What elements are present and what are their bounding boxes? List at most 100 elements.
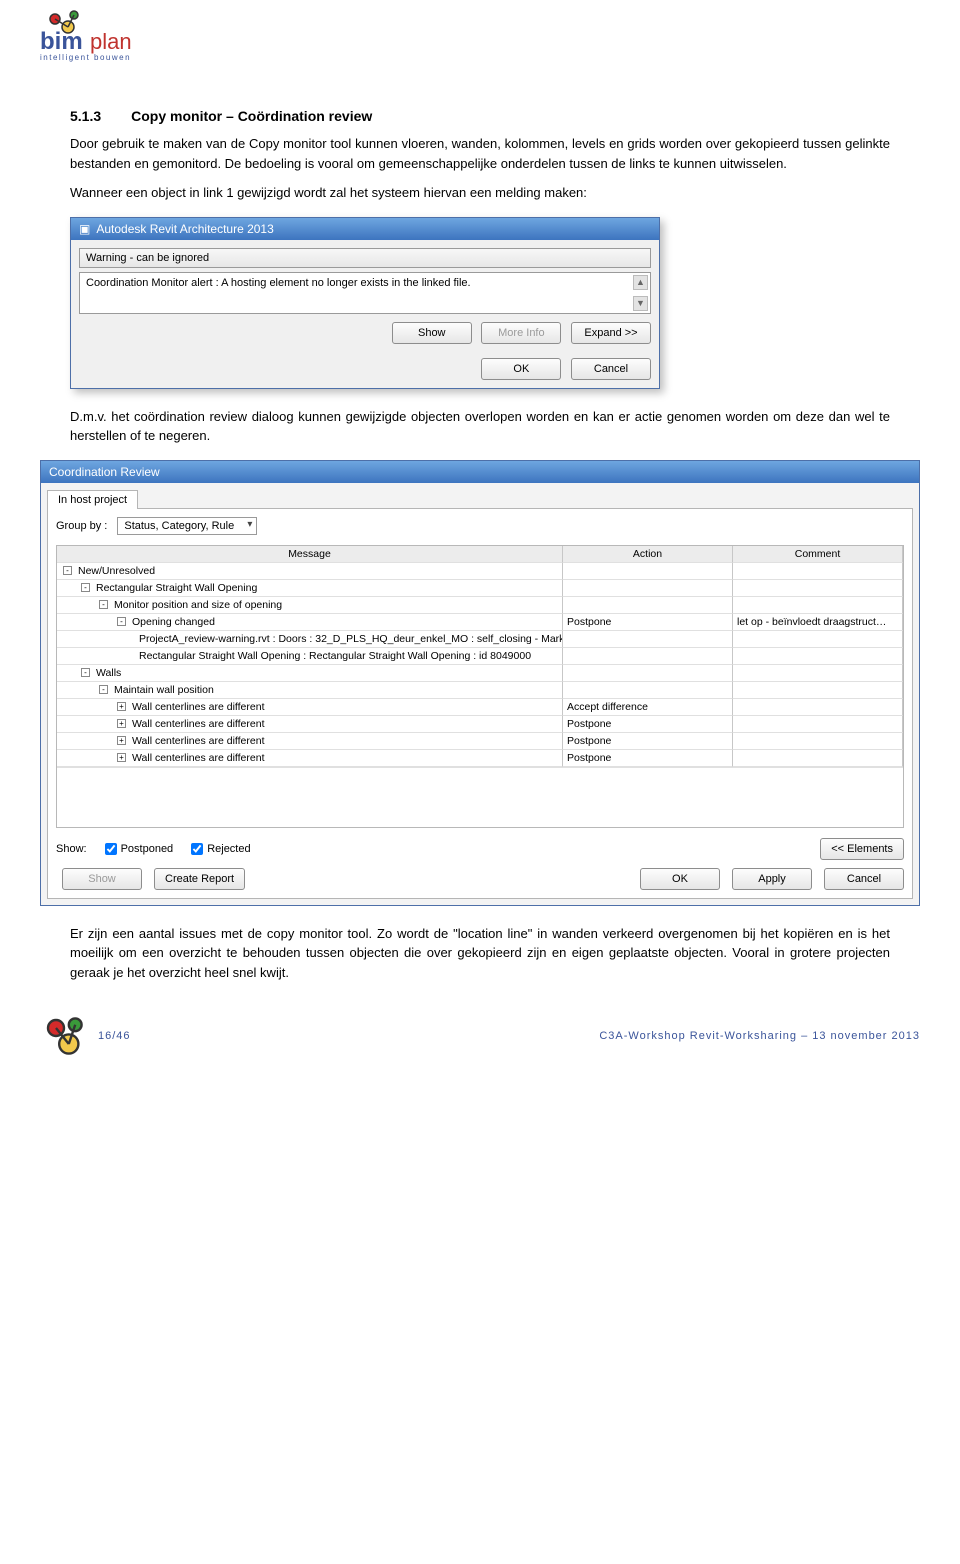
row-comment — [733, 682, 903, 699]
row-message: Opening changed — [132, 616, 215, 628]
row-message: Monitor position and size of opening — [114, 599, 282, 611]
row-action[interactable]: Postpone — [563, 614, 733, 631]
collapse-icon[interactable]: - — [63, 566, 72, 575]
postponed-checkbox[interactable]: Postponed — [105, 843, 174, 855]
table-row[interactable]: -Maintain wall position — [57, 682, 903, 699]
table-row[interactable]: -Opening changed Postponelet op - beïnvlo… — [57, 614, 903, 631]
dlg2-ok-button[interactable]: OK — [640, 868, 720, 890]
table-row[interactable]: -Walls — [57, 665, 903, 682]
row-comment — [733, 631, 903, 648]
row-comment — [733, 597, 903, 614]
expand-icon[interactable]: + — [117, 702, 126, 711]
table-row[interactable]: Rectangular Straight Wall Opening : Rect… — [57, 648, 903, 665]
row-comment — [733, 648, 903, 665]
paragraph-3: D.m.v. het coördination review dialoog k… — [70, 407, 890, 446]
groupby-dropdown[interactable]: Status, Category, Rule — [117, 517, 257, 535]
row-message: Wall centerlines are different — [132, 735, 264, 747]
expand-icon[interactable]: + — [117, 736, 126, 745]
cancel-button[interactable]: Cancel — [571, 358, 651, 380]
row-message: Walls — [96, 667, 121, 679]
col-header-action: Action — [563, 546, 733, 563]
warning-message-box: Coordination Monitor alert : A hosting e… — [79, 272, 651, 314]
row-action — [563, 597, 733, 614]
section-number: 5.1.3 — [70, 108, 101, 124]
bimplan-logo-icon: bim plan intelligent bouwen — [40, 8, 180, 68]
row-action[interactable]: Postpone — [563, 733, 733, 750]
row-comment — [733, 699, 903, 716]
logo: bim plan intelligent bouwen — [40, 8, 920, 68]
table-row[interactable]: + Wall centerlines are different Postpone — [57, 716, 903, 733]
rejected-checkbox[interactable]: Rejected — [191, 843, 250, 855]
postponed-checkbox-label: Postponed — [121, 843, 174, 855]
row-action — [563, 682, 733, 699]
postponed-checkbox-input[interactable] — [105, 843, 117, 855]
paragraph-2: Wanneer een object in link 1 gewijzigd w… — [70, 183, 890, 203]
row-message: Wall centerlines are different — [132, 701, 264, 713]
section-heading: 5.1.3 Copy monitor – Coördination review — [70, 108, 890, 124]
dlg2-show-button: Show — [62, 868, 142, 890]
collapse-icon[interactable]: - — [117, 617, 126, 626]
collapse-icon[interactable]: - — [81, 668, 90, 677]
expand-icon[interactable]: + — [117, 753, 126, 762]
row-message: Wall centerlines are different — [132, 752, 264, 764]
coord-review-title: Coordination Review — [41, 461, 919, 483]
row-comment — [733, 563, 903, 580]
scroll-down-icon[interactable]: ▼ — [633, 296, 648, 311]
footer-right-text: C3A-Workshop Revit-Worksharing – 13 nove… — [599, 1030, 920, 1042]
table-row[interactable]: + Wall centerlines are different Postpone — [57, 733, 903, 750]
row-comment — [733, 665, 903, 682]
ok-button[interactable]: OK — [481, 358, 561, 380]
row-comment[interactable]: let op - beïnvloedt draagstruct… — [733, 614, 903, 631]
paragraph-1: Door gebruik te maken van de Copy monito… — [70, 134, 890, 173]
warning-dialog-titlebar: ▣ Autodesk Revit Architecture 2013 — [71, 218, 659, 240]
row-comment — [733, 750, 903, 767]
table-row[interactable]: + Wall centerlines are different Accept di… — [57, 699, 903, 716]
expand-icon[interactable]: + — [117, 719, 126, 728]
row-action[interactable]: Postpone — [563, 716, 733, 733]
groupby-label: Group by : — [56, 520, 107, 532]
scroll-up-icon[interactable]: ▲ — [633, 275, 648, 290]
table-row[interactable]: -New/Unresolved — [57, 563, 903, 580]
table-row[interactable]: -Monitor position and size of opening — [57, 597, 903, 614]
review-grid: Message Action Comment -New/Unresolved-R… — [56, 545, 904, 828]
show-label: Show: — [56, 843, 87, 855]
row-message: ProjectA_review-warning.rvt : Doors : 32… — [139, 633, 563, 645]
show-button[interactable]: Show — [392, 322, 472, 344]
row-message: Rectangular Straight Wall Opening — [96, 582, 257, 594]
warning-dialog: ▣ Autodesk Revit Architecture 2013 Warni… — [70, 217, 660, 389]
create-report-button[interactable]: Create Report — [154, 868, 245, 890]
collapse-icon[interactable]: - — [81, 583, 90, 592]
row-action[interactable]: Postpone — [563, 750, 733, 767]
more-info-button: More Info — [481, 322, 561, 344]
table-row[interactable]: + Wall centerlines are different Postpone — [57, 750, 903, 767]
collapse-icon[interactable]: - — [99, 600, 108, 609]
rejected-checkbox-input[interactable] — [191, 843, 203, 855]
row-message: Maintain wall position — [114, 684, 214, 696]
row-action — [563, 631, 733, 648]
paragraph-4: Er zijn een aantal issues met de copy mo… — [70, 924, 890, 983]
coordination-review-dialog: Coordination Review In host project Grou… — [40, 460, 920, 906]
tab-in-host-project[interactable]: In host project — [47, 490, 138, 509]
svg-text:plan: plan — [90, 29, 132, 54]
footer-page-number: 16/46 — [98, 1030, 131, 1042]
row-message: Wall centerlines are different — [132, 718, 264, 730]
elements-button[interactable]: << Elements — [820, 838, 904, 860]
row-action — [563, 563, 733, 580]
row-action[interactable]: Accept difference — [563, 699, 733, 716]
warning-message: Coordination Monitor alert : A hosting e… — [86, 277, 471, 289]
col-header-message: Message — [57, 546, 563, 563]
rejected-checkbox-label: Rejected — [207, 843, 250, 855]
row-action — [563, 580, 733, 597]
row-comment — [733, 580, 903, 597]
expand-button[interactable]: Expand >> — [571, 322, 651, 344]
svg-text:bim: bim — [40, 28, 83, 55]
table-row[interactable]: -Rectangular Straight Wall Opening — [57, 580, 903, 597]
svg-text:intelligent bouwen: intelligent bouwen — [40, 53, 131, 62]
col-header-comment: Comment — [733, 546, 903, 563]
dlg2-cancel-button[interactable]: Cancel — [824, 868, 904, 890]
collapse-icon[interactable]: - — [99, 685, 108, 694]
warning-dialog-title: Autodesk Revit Architecture 2013 — [96, 222, 273, 236]
table-row[interactable]: ProjectA_review-warning.rvt : Doors : 32… — [57, 631, 903, 648]
dlg2-apply-button[interactable]: Apply — [732, 868, 812, 890]
row-action — [563, 648, 733, 665]
